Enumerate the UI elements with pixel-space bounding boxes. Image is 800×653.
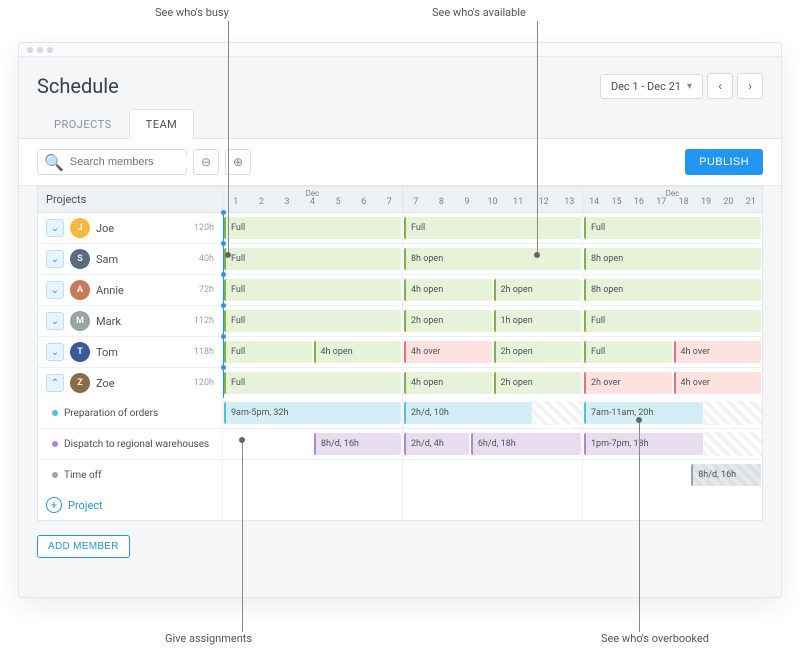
plus-icon: + [46,497,62,513]
zoom-out-button[interactable]: ⊖ [193,149,219,175]
availability-bar[interactable]: Full [584,217,761,239]
member-hours: 120h [194,378,214,388]
availability-bar[interactable]: 4h over [674,372,762,394]
app-window: Schedule Dec 1 - Dec 21 ▾ ‹ › PROJECTS T… [18,42,782,598]
availability-bar[interactable]: 2h open [404,310,492,332]
member-name: Joe [96,222,114,235]
availability-bar[interactable]: Full [584,310,761,332]
task-bar[interactable]: 8h/d, 16h [314,433,401,455]
task-name: Preparation of orders [64,408,158,419]
availability-bar[interactable]: 2h open [494,341,582,363]
availability-bar[interactable]: 2h open [494,372,582,394]
availability-bar[interactable]: 1h open [494,310,582,332]
availability-bar[interactable]: 8h open [584,279,761,301]
member-row: ⌄ A Annie 72h Full4h open2h open8h open [38,275,762,306]
member-row: ⌃ Z Zoe 120h Full4h open2h open2h over4h ove… [38,368,762,398]
task-name: Time off [64,470,102,481]
availability-bar[interactable]: 2h over [584,372,672,394]
availability-bar[interactable]: Full [224,248,401,270]
availability-bar[interactable]: 4h open [404,279,492,301]
availability-bar[interactable]: Full [224,372,401,394]
member-hours: 72h [199,285,214,295]
availability-bar[interactable]: 4h over [404,341,492,363]
expand-icon[interactable]: ⌄ [46,219,64,237]
annotation-assignments: Give assignments [165,632,252,645]
member-name: Tom [96,346,118,359]
member-hours: 40h [199,254,214,264]
page-title: Schedule [37,74,119,98]
member-hours: 120h [194,223,214,233]
search-input-wrap: 🔍 [37,149,187,175]
avatar: Z [70,373,90,393]
member-name: Mark [96,315,121,328]
task-row: Preparation of orders 9am-5pm, 32h2h/d, 1… [38,398,762,429]
chevron-down-icon: ▾ [687,81,692,92]
member-hours: 118h [194,347,214,357]
avatar: A [70,280,90,300]
task-bar[interactable]: 9am-5pm, 32h [224,402,401,424]
member-name: Annie [96,284,124,297]
window-chrome [19,43,781,57]
member-row: ⌄TTom118hFull4h open4h over2h openFull4h… [38,337,762,368]
task-bar[interactable]: 2h/d, 10h [404,402,532,424]
availability-bar[interactable]: 4h over [674,341,762,363]
tab-team[interactable]: TEAM [129,109,195,139]
annotation-overbooked: See who's overbooked [601,632,709,645]
member-row: ⌄SSam40hFull8h open8h open [38,244,762,275]
avatar: M [70,311,90,331]
expand-icon[interactable]: ⌄ [46,343,64,361]
expand-icon[interactable]: ⌄ [46,281,64,299]
schedule-grid: Projects Dec123456778910111213Dec1415161… [37,186,763,521]
availability-bar[interactable]: Full [224,310,401,332]
search-icon: 🔍 [44,153,64,172]
availability-bar[interactable]: Full [404,217,581,239]
task-bar[interactable]: 7am-11am, 20h [584,402,703,424]
add-project-link[interactable]: Project [68,499,103,512]
zoom-in-button[interactable]: ⊕ [225,149,251,175]
avatar: S [70,249,90,269]
availability-bar[interactable]: 2h open [494,279,582,301]
availability-bar[interactable]: 8h open [584,248,761,270]
task-color-dot [52,441,58,447]
task-name: Dispatch to regional warehouses [64,439,209,450]
tab-projects[interactable]: PROJECTS [37,109,129,139]
nav-prev-button[interactable]: ‹ [707,73,733,99]
task-color-dot [52,410,58,416]
member-name: Zoe [96,377,115,390]
availability-bar[interactable]: 4h open [314,341,402,363]
projects-column-header: Projects [38,187,222,212]
availability-bar[interactable]: 4h open [404,372,492,394]
expand-icon[interactable]: ⌄ [46,250,64,268]
availability-bar[interactable]: Full [584,341,672,363]
task-bar[interactable]: 2h/d, 4h [404,433,469,455]
availability-bar[interactable]: Full [224,279,401,301]
task-row: Dispatch to regional warehouses 8h/d, 16h… [38,429,762,460]
task-bar[interactable]: 6h/d, 18h [471,433,581,455]
task-bar[interactable]: 8h/d, 16h [691,464,761,486]
availability-bar[interactable]: Full [224,217,401,239]
avatar: T [70,342,90,362]
collapse-icon[interactable]: ⌃ [46,374,64,392]
task-row: Time off 8h/d, 16h [38,460,762,490]
publish-button[interactable]: PUBLISH [685,149,763,175]
member-row: ⌄MMark112hFull2h open1h openFull [38,306,762,337]
nav-next-button[interactable]: › [737,73,763,99]
annotation-available: See who's available [432,6,526,19]
member-name: Sam [96,253,118,266]
search-input[interactable] [70,156,212,168]
task-color-dot [52,472,58,478]
date-range-picker[interactable]: Dec 1 - Dec 21 ▾ [600,74,703,99]
member-hours: 112h [194,316,214,326]
expand-icon[interactable]: ⌄ [46,312,64,330]
add-member-button[interactable]: ADD MEMBER [37,535,130,558]
annotation-busy: See who's busy [155,6,229,19]
availability-bar[interactable]: Full [224,341,312,363]
avatar: J [70,218,90,238]
task-bar[interactable]: 1pm-7pm, 18h [584,433,703,455]
member-row: ⌄JJoe120hFullFullFull [38,213,762,244]
availability-bar[interactable]: 8h open [404,248,581,270]
